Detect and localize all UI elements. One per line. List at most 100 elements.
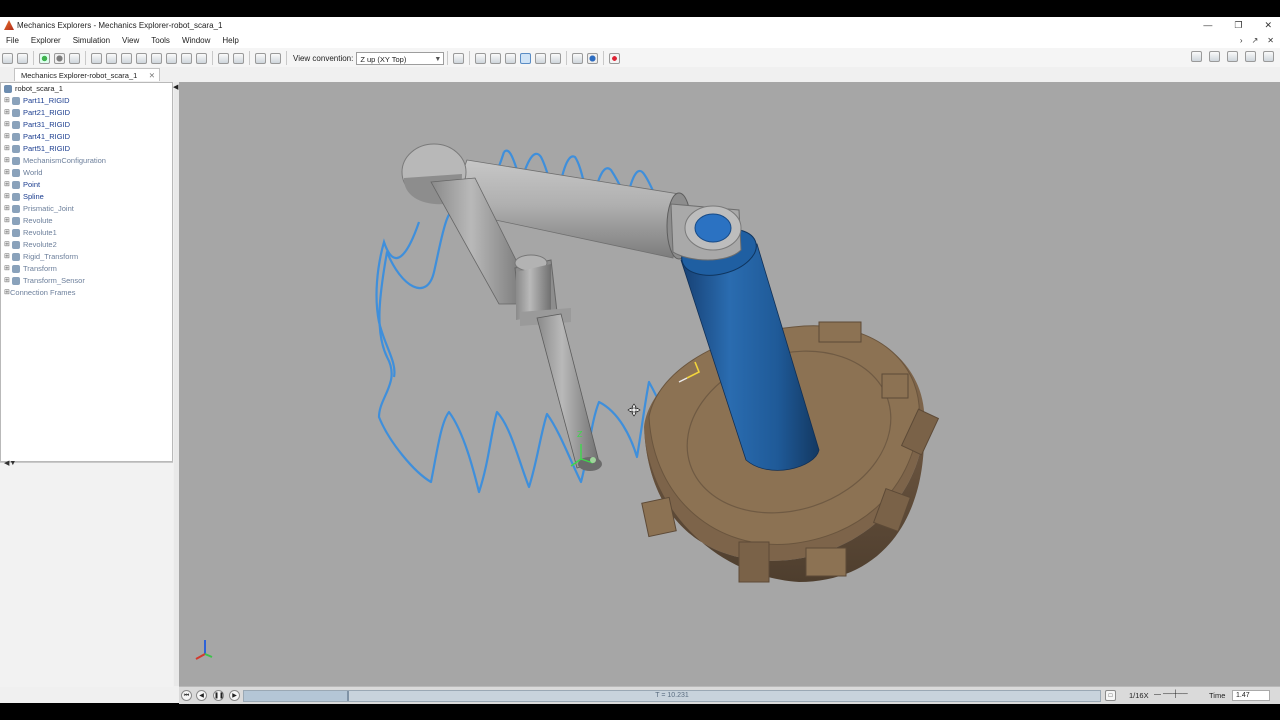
3d-viewport[interactable]: Z — [179, 82, 1280, 686]
tab-robot-scara[interactable]: Mechanics Explorer-robot_scara_1 ✕ — [14, 68, 160, 81]
tree-item[interactable]: ⊞ Prismatic_Joint — [1, 203, 172, 215]
step-back-icon[interactable]: ◀ — [196, 690, 207, 701]
tree-item[interactable]: ⊞ Revolute1 — [1, 227, 172, 239]
tree-items: ⊞ Part11_RIGID ⊞ Part21_RIGID ⊞ Part31_RIGID ⊞… — [1, 95, 172, 299]
expand-icon[interactable]: ⊞ — [4, 95, 10, 107]
split-horizontal-icon[interactable] — [255, 52, 266, 64]
pan-cursor-icon — [627, 403, 641, 417]
fit-to-view-icon[interactable] — [91, 52, 102, 64]
close-document-icon[interactable]: ✕ — [1267, 36, 1274, 45]
four-view-icon[interactable] — [233, 52, 244, 64]
loop-icon[interactable]: □ — [1105, 690, 1116, 701]
close-tab-icon[interactable]: ✕ — [149, 69, 155, 82]
model-tree[interactable]: robot_scara_1 ⊞ Part11_RIGID ⊞ Part21_RIGID… — [0, 82, 173, 462]
menu-file[interactable]: File — [0, 36, 25, 45]
expand-icon[interactable]: ⊞ — [4, 239, 10, 251]
tree-item[interactable]: ⊞ Revolute2 — [1, 239, 172, 251]
pane-resize-icon[interactable]: ◀▼ — [4, 459, 16, 467]
play-icon[interactable]: ▶ — [229, 690, 240, 701]
view-left-icon[interactable] — [136, 52, 147, 64]
pan-icon[interactable] — [520, 52, 532, 64]
tree-item[interactable]: ⊞ Part51_RIGID — [1, 143, 172, 155]
menu-view[interactable]: View — [116, 36, 145, 45]
single-view-icon[interactable] — [218, 52, 229, 64]
tree-item[interactable]: ⊞ World — [1, 167, 172, 179]
rate-slider[interactable]: — ──┼── — [1154, 691, 1204, 700]
view-isometric-icon[interactable] — [196, 52, 207, 64]
layout-rows-icon[interactable] — [1227, 51, 1238, 62]
expand-icon[interactable]: ⊞ — [4, 155, 10, 167]
collapse-panel-icon[interactable]: ◀ — [173, 83, 178, 91]
expand-icon[interactable]: ⊞ — [4, 131, 10, 143]
expand-icon[interactable]: ⊞ — [4, 227, 10, 239]
rewind-icon[interactable]: ⏮ — [181, 690, 192, 701]
expand-icon[interactable]: ⊞ — [4, 215, 10, 227]
tree-item[interactable]: ⊞ Transform_Sensor — [1, 275, 172, 287]
minimize-icon[interactable]: — — [1203, 20, 1212, 30]
time-value-field[interactable]: 1.47 — [1232, 690, 1270, 701]
menu-tools[interactable]: Tools — [145, 36, 176, 45]
rotate-icon[interactable] — [490, 52, 502, 64]
expand-icon[interactable]: ⊞ — [4, 119, 10, 131]
zoom-icon[interactable] — [535, 52, 547, 64]
expand-icon[interactable]: ⊞ — [4, 203, 10, 215]
view-convention-select[interactable]: Z up (XY Top) ▼ — [356, 51, 445, 65]
expand-icon[interactable]: ⊞ — [4, 275, 10, 287]
tree-item[interactable]: ⊞ Part11_RIGID — [1, 95, 172, 107]
frames-icon[interactable] — [572, 52, 584, 64]
tree-item[interactable]: ⊞ Point — [1, 179, 172, 191]
layout-maximize-icon[interactable] — [1263, 51, 1274, 62]
view-back-icon[interactable] — [121, 52, 132, 64]
roll-icon[interactable] — [505, 52, 517, 64]
expand-icon[interactable]: ⊞ — [4, 263, 10, 275]
view-bottom-icon[interactable] — [181, 52, 192, 64]
menu-explorer[interactable]: Explorer — [25, 36, 67, 45]
record-icon[interactable] — [609, 52, 621, 64]
tree-item[interactable]: ⊞ Part41_RIGID — [1, 131, 172, 143]
expand-icon[interactable]: ⊞ — [4, 143, 10, 155]
stop-icon[interactable] — [54, 52, 65, 64]
menu-help[interactable]: Help — [216, 36, 244, 45]
close-icon[interactable]: ✕ — [1264, 20, 1272, 31]
tree-item[interactable]: ⊞ Transform — [1, 263, 172, 275]
expand-icon[interactable]: ⊞ — [4, 179, 10, 191]
tree-root[interactable]: robot_scara_1 — [1, 83, 172, 95]
menu-window[interactable]: Window — [176, 36, 216, 45]
select-cursor-icon[interactable] — [475, 52, 487, 64]
expand-icon[interactable]: ⊞ — [4, 167, 10, 179]
restore-icon[interactable]: ❐ — [1234, 20, 1242, 31]
pause-icon[interactable]: ❚❚ — [213, 690, 224, 701]
view-front-icon[interactable] — [106, 52, 117, 64]
layout-tile-icon[interactable] — [1191, 51, 1202, 62]
time-slider[interactable]: T = 10.231 — [243, 690, 1101, 702]
expand-icon[interactable]: ⊞ — [4, 107, 10, 119]
layout-columns-icon[interactable] — [1209, 51, 1220, 62]
tree-item[interactable]: ⊞ Spline — [1, 191, 172, 203]
globe-icon[interactable] — [587, 52, 599, 64]
point-icon — [12, 181, 20, 189]
expand-icon[interactable]: ⊞ — [4, 191, 10, 203]
zoom-box-icon[interactable] — [550, 52, 562, 64]
undock-icon[interactable]: ↗ — [1252, 36, 1259, 45]
layout-float-icon[interactable] — [1245, 51, 1256, 62]
view-right-icon[interactable] — [151, 52, 162, 64]
tree-item[interactable]: ⊞ Rigid_Transform — [1, 251, 172, 263]
view-top-icon[interactable] — [166, 52, 177, 64]
expand-icon[interactable]: ⊞ — [4, 251, 10, 263]
split-vertical-icon[interactable] — [270, 52, 281, 64]
menu-simulation[interactable]: Simulation — [67, 36, 116, 45]
tree-item[interactable]: ⊞ MechanismConfiguration — [1, 155, 172, 167]
tree-item[interactable]: ⊞ Part31_RIGID — [1, 119, 172, 131]
step-icon[interactable] — [69, 52, 80, 64]
chevron-right-icon[interactable]: › — [1240, 36, 1243, 45]
tree-item[interactable]: ⊞ Part21_RIGID — [1, 107, 172, 119]
save-icon[interactable] — [2, 52, 13, 64]
tree-item[interactable]: ⊞ Revolute — [1, 215, 172, 227]
print-view-icon[interactable] — [453, 52, 465, 64]
revolute-joint-icon — [12, 229, 20, 237]
tree-item-label: Revolute1 — [23, 228, 57, 237]
tree-item[interactable]: ⊞ Connection Frames — [1, 287, 172, 299]
matlab-logo-icon — [4, 20, 14, 30]
run-icon[interactable] — [39, 52, 50, 64]
print-icon[interactable] — [17, 52, 28, 64]
